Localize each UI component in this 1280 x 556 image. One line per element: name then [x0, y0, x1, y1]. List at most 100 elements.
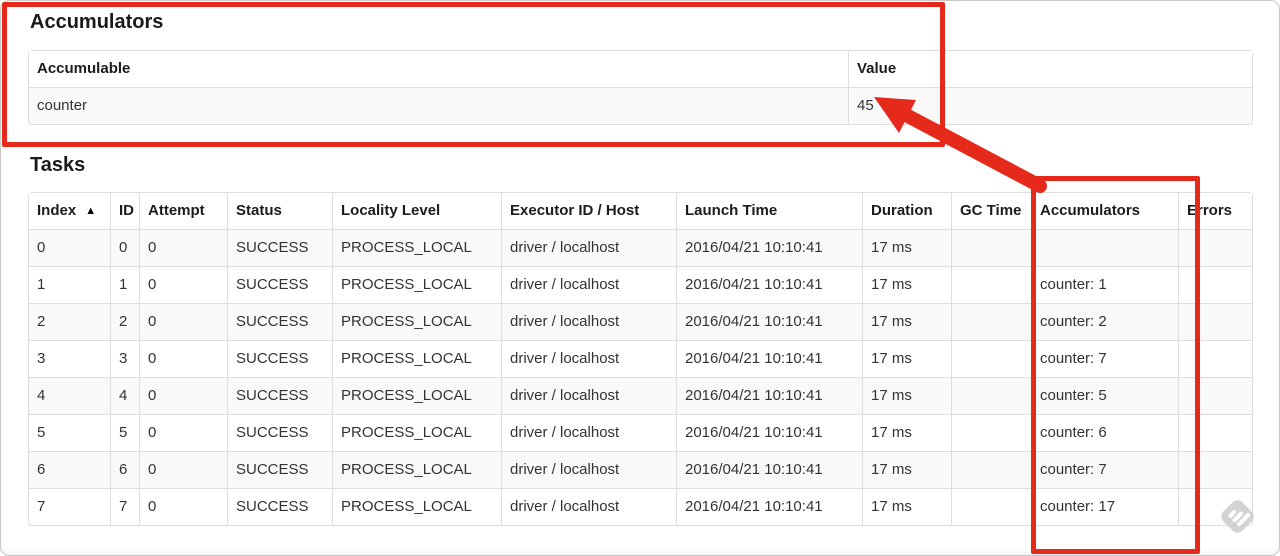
task-cell-status: SUCCESS [227, 303, 332, 340]
task-cell-gc-time [951, 303, 1031, 340]
accumulable-value-cell: 45 [848, 87, 1252, 124]
task-cell-gc-time [951, 451, 1031, 488]
sort-asc-icon: ▲ [85, 205, 97, 217]
task-cell-errors [1178, 340, 1252, 377]
tasks-col-header-errors[interactable]: Errors [1178, 193, 1252, 229]
accumulable-name-cell: counter [29, 87, 848, 124]
task-cell-executor-id-host: driver / localhost [501, 266, 676, 303]
task-cell-launch-time: 2016/04/21 10:10:41 [676, 266, 862, 303]
col-header-accumulable[interactable]: Accumulable [29, 51, 848, 87]
accumulators-heading: Accumulators [30, 11, 164, 33]
accumulators-header-row: Accumulable Value [29, 51, 1252, 87]
task-cell-id: 0 [110, 229, 139, 266]
task-cell-launch-time: 2016/04/21 10:10:41 [676, 377, 862, 414]
task-cell-attempt: 0 [139, 303, 227, 340]
task-cell-attempt: 0 [139, 377, 227, 414]
tasks-table: Index ▲ ID Attempt Status Locality Level Execu… [28, 192, 1253, 526]
task-cell-duration: 17 ms [862, 488, 951, 525]
task-cell-accumulators: counter: 5 [1031, 377, 1178, 414]
task-cell-attempt: 0 [139, 488, 227, 525]
task-cell-id: 5 [110, 414, 139, 451]
task-cell-index: 0 [29, 229, 110, 266]
task-cell-accumulators: counter: 6 [1031, 414, 1178, 451]
task-cell-locality-level: PROCESS_LOCAL [332, 266, 501, 303]
task-cell-index: 7 [29, 488, 110, 525]
tasks-col-header-id[interactable]: ID [110, 193, 139, 229]
spark-stage-page: Accumulators Accumulable Value counter 45… [0, 0, 1280, 556]
task-cell-executor-id-host: driver / localhost [501, 340, 676, 377]
task-cell-launch-time: 2016/04/21 10:10:41 [676, 340, 862, 377]
task-cell-attempt: 0 [139, 340, 227, 377]
tasks-col-header-gc-time[interactable]: GC Time [951, 193, 1031, 229]
tasks-col-header-executor-id-host[interactable]: Executor ID / Host [501, 193, 676, 229]
tasks-col-header-index[interactable]: Index ▲ [29, 193, 110, 229]
tasks-col-header-launch-time[interactable]: Launch Time [676, 193, 862, 229]
task-cell-id: 7 [110, 488, 139, 525]
task-cell-launch-time: 2016/04/21 10:10:41 [676, 414, 862, 451]
task-cell-gc-time [951, 266, 1031, 303]
tasks-col-header-locality-level[interactable]: Locality Level [332, 193, 501, 229]
task-cell-attempt: 0 [139, 451, 227, 488]
task-row: 3 3 0 SUCCESS PROCESS_LOCAL driver / localhos… [29, 340, 1252, 377]
task-cell-index: 2 [29, 303, 110, 340]
task-cell-errors [1178, 229, 1252, 266]
task-cell-executor-id-host: driver / localhost [501, 488, 676, 525]
task-cell-launch-time: 2016/04/21 10:10:41 [676, 488, 862, 525]
task-cell-errors [1178, 414, 1252, 451]
task-row: 4 4 0 SUCCESS PROCESS_LOCAL driver / localhos… [29, 377, 1252, 414]
col-header-value[interactable]: Value [848, 51, 1252, 87]
task-cell-locality-level: PROCESS_LOCAL [332, 451, 501, 488]
task-cell-errors [1178, 488, 1252, 525]
task-cell-duration: 17 ms [862, 340, 951, 377]
task-cell-id: 4 [110, 377, 139, 414]
tasks-col-header-attempt[interactable]: Attempt [139, 193, 227, 229]
task-cell-id: 6 [110, 451, 139, 488]
task-cell-errors [1178, 303, 1252, 340]
task-cell-executor-id-host: driver / localhost [501, 303, 676, 340]
accumulators-table: Accumulable Value counter 45 [28, 50, 1253, 125]
task-cell-id: 3 [110, 340, 139, 377]
task-cell-index: 4 [29, 377, 110, 414]
task-cell-accumulators: counter: 1 [1031, 266, 1178, 303]
task-cell-gc-time [951, 488, 1031, 525]
task-cell-duration: 17 ms [862, 303, 951, 340]
task-cell-status: SUCCESS [227, 414, 332, 451]
task-row: 2 2 0 SUCCESS PROCESS_LOCAL driver / localhos… [29, 303, 1252, 340]
page-content: Accumulators Accumulable Value counter 45… [28, 0, 1253, 526]
task-cell-gc-time [951, 377, 1031, 414]
task-cell-status: SUCCESS [227, 451, 332, 488]
task-cell-locality-level: PROCESS_LOCAL [332, 303, 501, 340]
task-row: 6 6 0 SUCCESS PROCESS_LOCAL driver / localhos… [29, 451, 1252, 488]
task-cell-executor-id-host: driver / localhost [501, 414, 676, 451]
task-cell-locality-level: PROCESS_LOCAL [332, 229, 501, 266]
task-row: 1 1 0 SUCCESS PROCESS_LOCAL driver / localhos… [29, 266, 1252, 303]
task-cell-locality-level: PROCESS_LOCAL [332, 377, 501, 414]
task-cell-errors [1178, 377, 1252, 414]
task-cell-accumulators [1031, 229, 1178, 266]
task-cell-accumulators: counter: 7 [1031, 451, 1178, 488]
task-cell-duration: 17 ms [862, 377, 951, 414]
tasks-col-header-duration[interactable]: Duration [862, 193, 951, 229]
task-cell-id: 2 [110, 303, 139, 340]
task-cell-launch-time: 2016/04/21 10:10:41 [676, 451, 862, 488]
task-cell-accumulators: counter: 7 [1031, 340, 1178, 377]
task-cell-attempt: 0 [139, 266, 227, 303]
task-cell-index: 5 [29, 414, 110, 451]
task-cell-id: 1 [110, 266, 139, 303]
task-cell-status: SUCCESS [227, 266, 332, 303]
task-cell-launch-time: 2016/04/21 10:10:41 [676, 229, 862, 266]
task-cell-executor-id-host: driver / localhost [501, 377, 676, 414]
task-cell-errors [1178, 451, 1252, 488]
task-cell-gc-time [951, 340, 1031, 377]
tasks-col-header-accumulators[interactable]: Accumulators [1031, 193, 1178, 229]
task-row: 0 0 0 SUCCESS PROCESS_LOCAL driver / localhos… [29, 229, 1252, 266]
task-cell-locality-level: PROCESS_LOCAL [332, 414, 501, 451]
task-cell-locality-level: PROCESS_LOCAL [332, 488, 501, 525]
task-cell-duration: 17 ms [862, 229, 951, 266]
tasks-col-header-status[interactable]: Status [227, 193, 332, 229]
task-cell-attempt: 0 [139, 229, 227, 266]
task-cell-status: SUCCESS [227, 377, 332, 414]
task-cell-errors [1178, 266, 1252, 303]
task-cell-accumulators: counter: 17 [1031, 488, 1178, 525]
task-cell-status: SUCCESS [227, 229, 332, 266]
